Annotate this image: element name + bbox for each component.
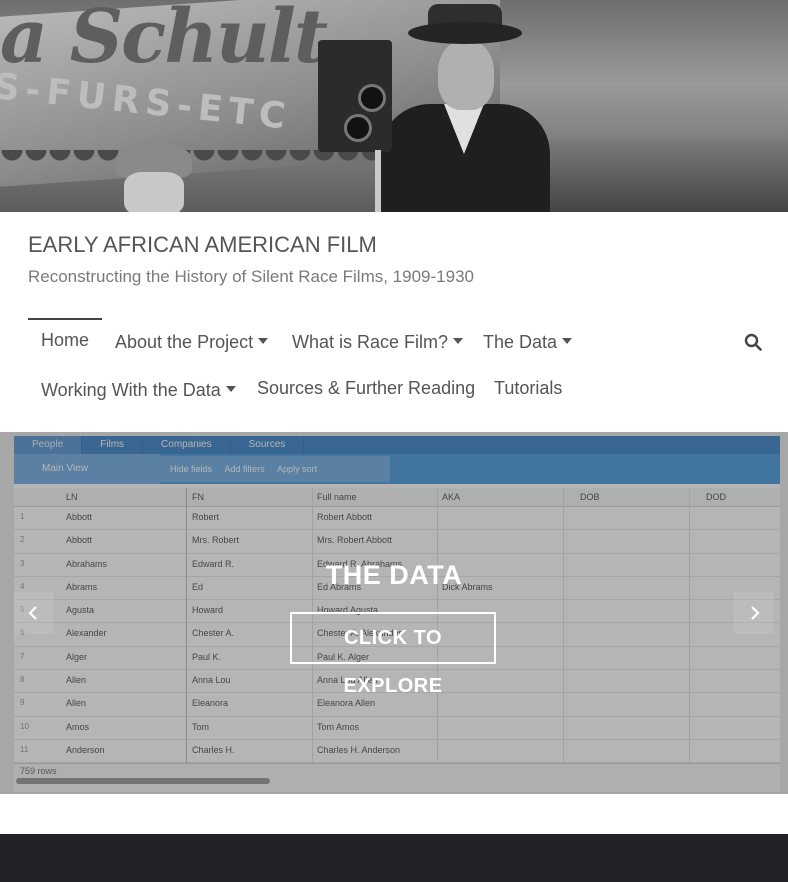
nav-item-home[interactable]: Home [41,330,89,351]
tripod [348,150,408,212]
crowd [520,140,788,212]
nav-item-label: What is Race Film? [292,332,449,352]
explore-button[interactable]: CLICK TO EXPLORE [290,612,496,697]
camera-lens [344,114,372,142]
next-slide-button[interactable] [734,592,774,634]
site-title[interactable]: EARLY AFRICAN AMERICAN FILM [28,232,377,258]
film-camera [318,40,392,152]
caret-down-icon [225,386,236,393]
prev-slide-button[interactable] [14,592,54,634]
site-subtitle: Reconstructing the History of Silent Rac… [28,267,474,286]
main-nav [0,300,788,430]
nav-item-label: Home [41,330,90,350]
header-photo: a Schult S-FURS-ETC [0,0,788,212]
nav-item-about[interactable]: About the Project [115,332,269,353]
data-slider: People Films Companies Sources Main View… [0,432,788,794]
boy-face [124,172,184,212]
nav-item-label: Tutorials [494,378,563,398]
nav-item-tutorials[interactable]: Tutorials [494,378,562,399]
nav-item-label: The Data [483,332,558,352]
hat-brim [408,22,522,44]
active-indicator [28,318,102,320]
chevron-right-icon [751,606,760,620]
nav-item-sources[interactable]: Sources & Further Reading [257,378,475,399]
slide-title: THE DATA [325,560,463,590]
chevron-left-icon [28,606,37,620]
nav-item-working[interactable]: Working With the Data [41,380,236,401]
nav-item-label: Sources & Further Reading [257,378,476,398]
caret-down-icon [258,338,269,345]
caret-down-icon [453,338,464,345]
search-icon[interactable] [744,333,762,351]
nav-item-the-data[interactable]: The Data [483,332,573,353]
site-footer [0,834,788,882]
camera-lens [358,84,386,112]
nav-item-race-film[interactable]: What is Race Film? [292,332,464,353]
caret-down-icon [562,338,573,345]
awning-lettering: a Schult [0,0,328,80]
cameraman-head [438,40,494,110]
nav-item-label: Working With the Data [41,380,221,400]
nav-item-label: About the Project [115,332,254,352]
